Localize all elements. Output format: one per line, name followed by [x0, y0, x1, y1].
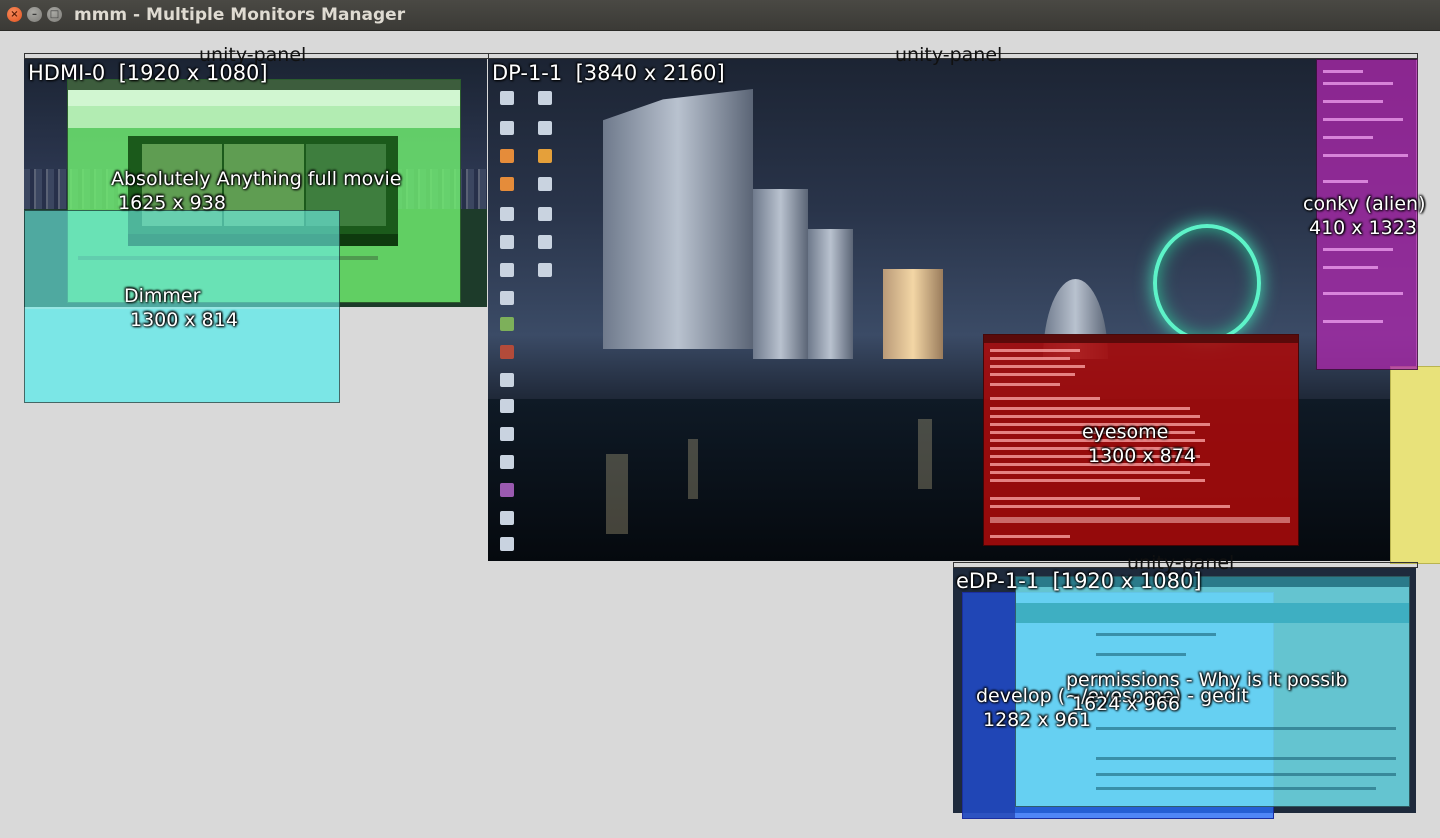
- window-size-label: 1300 x 874: [1088, 445, 1196, 467]
- desktop-icon[interactable]: [500, 537, 514, 551]
- terminal-tab-bar: [984, 335, 1298, 343]
- conky-line: [1323, 320, 1383, 323]
- page-line: [1096, 757, 1396, 760]
- monitor-label-dp-1-1: DP-1-1 [3840 x 2160]: [492, 61, 725, 85]
- monitor-label-edp-1-1: eDP-1-1 [1920 x 1080]: [956, 569, 1202, 593]
- terminal-line: [990, 365, 1085, 368]
- conky-line: [1323, 100, 1383, 103]
- terminal-line: [990, 497, 1140, 500]
- monitor-label-hdmi-0: HDMI-0 [1920 x 1080]: [28, 61, 268, 85]
- desktop-icon[interactable]: [500, 149, 514, 163]
- desktop-icon[interactable]: [500, 291, 514, 305]
- conky-line: [1323, 70, 1363, 73]
- conky-line: [1323, 266, 1378, 269]
- terminal-line: [990, 373, 1075, 376]
- desktop-icon[interactable]: [500, 399, 514, 413]
- desktop-icon[interactable]: [500, 207, 514, 221]
- desktop-icon[interactable]: [538, 177, 552, 191]
- wallpaper-reflection: [606, 454, 628, 534]
- conky-line: [1323, 118, 1403, 121]
- wallpaper-reflection: [688, 439, 698, 499]
- desktop-icon[interactable]: [538, 121, 552, 135]
- wallpaper-ferris-wheel: [1153, 224, 1261, 342]
- page-line: [1096, 653, 1186, 656]
- desktop-icon[interactable]: [500, 121, 514, 135]
- desktop-icon[interactable]: [538, 91, 552, 105]
- wallpaper-tower: [603, 89, 753, 349]
- window-titlebar[interactable]: × – □ mmm - Multiple Monitors Manager: [0, 0, 1440, 31]
- unity-panel-label: unity-panel: [895, 44, 1003, 66]
- desktop-icon[interactable]: [500, 511, 514, 525]
- window-title-label: eyesome: [1082, 421, 1169, 443]
- maximize-window-button[interactable]: □: [47, 7, 62, 22]
- desktop-icon[interactable]: [538, 207, 552, 221]
- terminal-line: [990, 535, 1070, 538]
- desktop-icon[interactable]: [538, 263, 552, 277]
- desktop-icon[interactable]: [500, 345, 514, 359]
- page-line: [1096, 773, 1396, 776]
- conky-line: [1323, 154, 1408, 157]
- desktop-icon[interactable]: [500, 427, 514, 441]
- desktop-icon[interactable]: [500, 483, 514, 497]
- desktop-icon[interactable]: [500, 317, 514, 331]
- minimize-window-button[interactable]: –: [27, 7, 42, 22]
- wallpaper-tower: [808, 229, 853, 359]
- desktop-icon[interactable]: [500, 263, 514, 277]
- terminal-line: [990, 479, 1205, 482]
- terminal-line: [990, 471, 1190, 474]
- window-title-label: Dimmer: [124, 285, 201, 307]
- conky-line: [1323, 180, 1368, 183]
- window-size-label: 1624 x 966: [1072, 693, 1180, 715]
- conky-line: [1323, 82, 1393, 85]
- terminal-line: [990, 357, 1070, 360]
- desktop-icon[interactable]: [500, 91, 514, 105]
- wallpaper-reflection: [918, 419, 932, 489]
- desktop-icon[interactable]: [500, 235, 514, 249]
- terminal-line: [990, 517, 1290, 523]
- offscreen-window-partial[interactable]: [1390, 366, 1440, 564]
- window-size-label: 1300 x 814: [130, 309, 238, 331]
- conky-line: [1323, 292, 1403, 295]
- wallpaper-tower: [883, 269, 943, 359]
- window-size-label: 410 x 1323: [1309, 217, 1417, 239]
- desktop-icon[interactable]: [500, 373, 514, 387]
- terminal-line: [990, 505, 1230, 508]
- page-line: [1096, 727, 1396, 730]
- wallpaper-tower: [753, 189, 808, 359]
- conky-line: [1323, 248, 1393, 251]
- terminal-line: [990, 349, 1080, 352]
- youtube-header: [68, 106, 460, 128]
- desktop-icon[interactable]: [538, 149, 552, 163]
- browser-url-bar: [68, 90, 460, 106]
- terminal-line: [990, 397, 1100, 400]
- page-line: [1096, 787, 1376, 790]
- desktop-icon[interactable]: [538, 235, 552, 249]
- terminal-line: [990, 383, 1060, 386]
- window-title-label: Absolutely Anything full movie: [111, 168, 402, 190]
- window-title: mmm - Multiple Monitors Manager: [74, 5, 406, 25]
- close-window-button[interactable]: ×: [7, 7, 22, 22]
- conky-line: [1323, 136, 1373, 139]
- desktop-icon[interactable]: [500, 455, 514, 469]
- window-size-label: 1625 x 938: [118, 192, 226, 214]
- desktop-icon[interactable]: [500, 177, 514, 191]
- window-title-label: conky (alien): [1303, 193, 1426, 215]
- stackexchange-header: [1016, 603, 1409, 623]
- terminal-line: [990, 415, 1200, 418]
- window-title-label: permissions - Why is it possib: [1066, 669, 1348, 691]
- page-line: [1096, 633, 1216, 636]
- terminal-line: [990, 407, 1190, 410]
